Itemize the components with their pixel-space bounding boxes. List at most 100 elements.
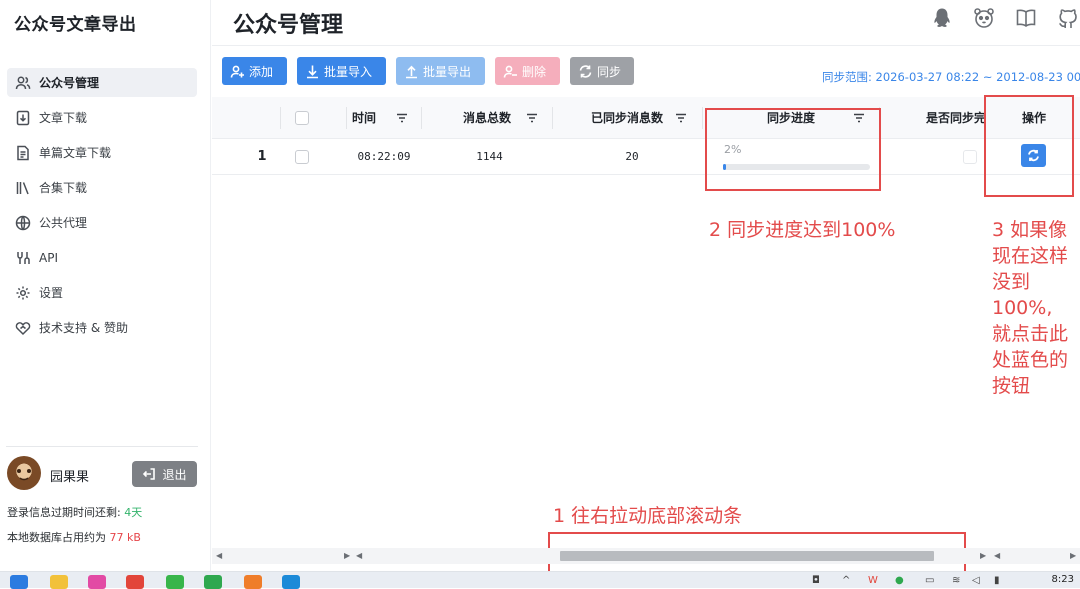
scrollbar-thumb[interactable]: [560, 551, 934, 561]
map-pin-icon[interactable]: [244, 575, 262, 589]
panda-icon[interactable]: [972, 6, 996, 30]
user-name: 园果果: [50, 470, 90, 485]
users-icon: [15, 75, 31, 91]
header-icons: [930, 6, 1080, 30]
sidebar-item-label: 公众号管理: [39, 76, 100, 90]
sync-range: 同步范围: 2026-03-27 08:22 ~ 2012-08-23 00: [822, 70, 1080, 84]
wifi-icon[interactable]: ≋: [952, 575, 960, 586]
scroll-right-icon[interactable]: ▶: [980, 551, 986, 560]
delete-label: 删除: [522, 64, 547, 79]
db-value: 77 kB: [109, 531, 141, 544]
annotation-box-progress: [705, 108, 881, 191]
wechat-icon[interactable]: [166, 575, 184, 589]
tray-icon[interactable]: ●: [895, 575, 904, 586]
gear-icon: [15, 285, 31, 301]
sidebar-item-public-proxy[interactable]: 公共代理: [7, 208, 197, 237]
wps-icon[interactable]: [126, 575, 144, 589]
col-time-label: 时间: [352, 111, 377, 125]
row-checkbox[interactable]: [295, 149, 309, 164]
accounts-table: 时间 消息总数 已同步消息数 同步进度 是否同步完 操作 1 08:22:09 …: [212, 97, 1080, 178]
sidebar-item-article-download[interactable]: 文章下载: [7, 103, 197, 132]
edge-icon[interactable]: [282, 575, 300, 589]
add-label: 添加: [249, 64, 274, 79]
avatar[interactable]: [7, 456, 41, 490]
column-separator: [280, 107, 281, 129]
refresh-icon: [579, 64, 592, 78]
filter-icon[interactable]: [526, 112, 538, 123]
tray-icon[interactable]: ▭: [925, 575, 934, 586]
book-icon[interactable]: [1014, 6, 1038, 30]
add-button[interactable]: 添加: [222, 57, 287, 85]
tray-icon[interactable]: ◘: [812, 575, 820, 586]
folder-icon[interactable]: [50, 575, 68, 589]
sidebar-item-account-manage[interactable]: 公众号管理: [7, 68, 197, 97]
sidebar-item-single-download[interactable]: 单篇文章下载: [7, 138, 197, 167]
header-divider: [212, 45, 1080, 46]
download-icon: [307, 65, 318, 78]
sidebar-item-label: API: [39, 250, 58, 265]
qq-icon[interactable]: [930, 6, 954, 30]
page-title: 公众号管理: [233, 13, 344, 38]
table-row[interactable]: 1 08:22:09 1144 20 2%: [212, 139, 1080, 175]
sidebar-item-label: 文章下载: [39, 111, 88, 125]
clock[interactable]: 8:23: [1052, 574, 1074, 585]
col-total[interactable]: 消息总数: [422, 97, 552, 138]
app-title: 公众号文章导出: [14, 15, 137, 35]
scroll-right-icon[interactable]: ▶: [344, 551, 350, 560]
toolbar: 添加 批量导入 批量导出 删除 同步: [222, 57, 634, 85]
annotation-2: 2 同步进度达到100%: [709, 219, 896, 241]
heart-handshake-icon: [15, 320, 31, 336]
library-icon: [15, 180, 31, 196]
sync-label: 同步: [597, 64, 622, 79]
app-icon[interactable]: [204, 575, 222, 589]
annotation-3-line: 没到: [992, 271, 1031, 293]
delete-button[interactable]: 删除: [495, 57, 560, 85]
annotation-1: 1 往右拉动底部滚动条: [553, 505, 743, 527]
filter-icon[interactable]: [396, 112, 408, 123]
scroll-left-icon[interactable]: ◀: [356, 551, 362, 560]
col-is-synced[interactable]: 是否同步完: [880, 97, 988, 138]
tray-icon[interactable]: W: [868, 575, 878, 586]
filter-icon[interactable]: [675, 112, 687, 123]
is-synced-cell: [960, 139, 980, 174]
col-total-label: 消息总数: [462, 111, 511, 125]
chevron-up-icon[interactable]: ^: [842, 575, 850, 586]
sidebar: 公众号文章导出 公众号管理 文章下载 单篇文章下载 合集下载 公共代理 API …: [0, 0, 211, 571]
app-icon[interactable]: [88, 575, 106, 589]
sidebar-item-support[interactable]: 技术支持 & 赞助: [7, 313, 197, 342]
logout-button[interactable]: 退出: [132, 461, 197, 487]
start-icon[interactable]: [10, 575, 28, 589]
col-synced-label: 已同步消息数: [590, 111, 663, 125]
globe-icon: [15, 215, 31, 231]
horizontal-scrollbar[interactable]: ◀ ▶ ◀ ▶ ◀ ▶: [212, 548, 1080, 564]
volume-icon[interactable]: ◁: [972, 575, 980, 586]
scroll-left-icon[interactable]: ◀: [216, 551, 222, 560]
document-icon: [15, 145, 31, 161]
annotation-3-line: 按钮: [992, 375, 1031, 397]
sidebar-item-settings[interactable]: 设置: [7, 278, 197, 307]
battery-icon[interactable]: ▮: [994, 575, 1000, 586]
sync-button[interactable]: 同步: [570, 57, 634, 85]
upload-icon: [406, 65, 417, 78]
row-checkbox-cell[interactable]: [288, 139, 316, 174]
annotation-3: 3 如果像 现在这样 没到 100%, 就点击此 处蓝色的 按钮: [992, 217, 1080, 399]
sidebar-item-collection-download[interactable]: 合集下载: [7, 173, 197, 202]
select-all-checkbox-cell[interactable]: [288, 97, 316, 138]
scroll-right-icon[interactable]: ▶: [1070, 551, 1076, 560]
table-header: 时间 消息总数 已同步消息数 同步进度 是否同步完 操作: [212, 97, 1080, 139]
sidebar-item-api[interactable]: API: [7, 243, 197, 272]
sidebar-item-label: 公共代理: [39, 216, 88, 230]
col-synced[interactable]: 已同步消息数: [553, 97, 701, 138]
annotation-3-line: 处蓝色的: [992, 349, 1069, 371]
col-is-synced-label: 是否同步完: [925, 111, 986, 125]
remove-user-icon: [503, 65, 517, 78]
batch-export-button[interactable]: 批量导出: [396, 57, 485, 85]
scroll-left-icon[interactable]: ◀: [994, 551, 1000, 560]
sidebar-item-label: 设置: [39, 286, 64, 300]
batch-import-button[interactable]: 批量导入: [297, 57, 386, 85]
cell-time: 08:22:09: [357, 150, 411, 163]
col-time[interactable]: 时间: [346, 97, 422, 138]
select-all-checkbox[interactable]: [295, 110, 309, 125]
github-icon[interactable]: [1056, 6, 1080, 30]
main-panel: 公众号管理 添加 批量导入 批量导出 删除 同步 同步范围: 2026-03-2…: [212, 0, 1080, 578]
